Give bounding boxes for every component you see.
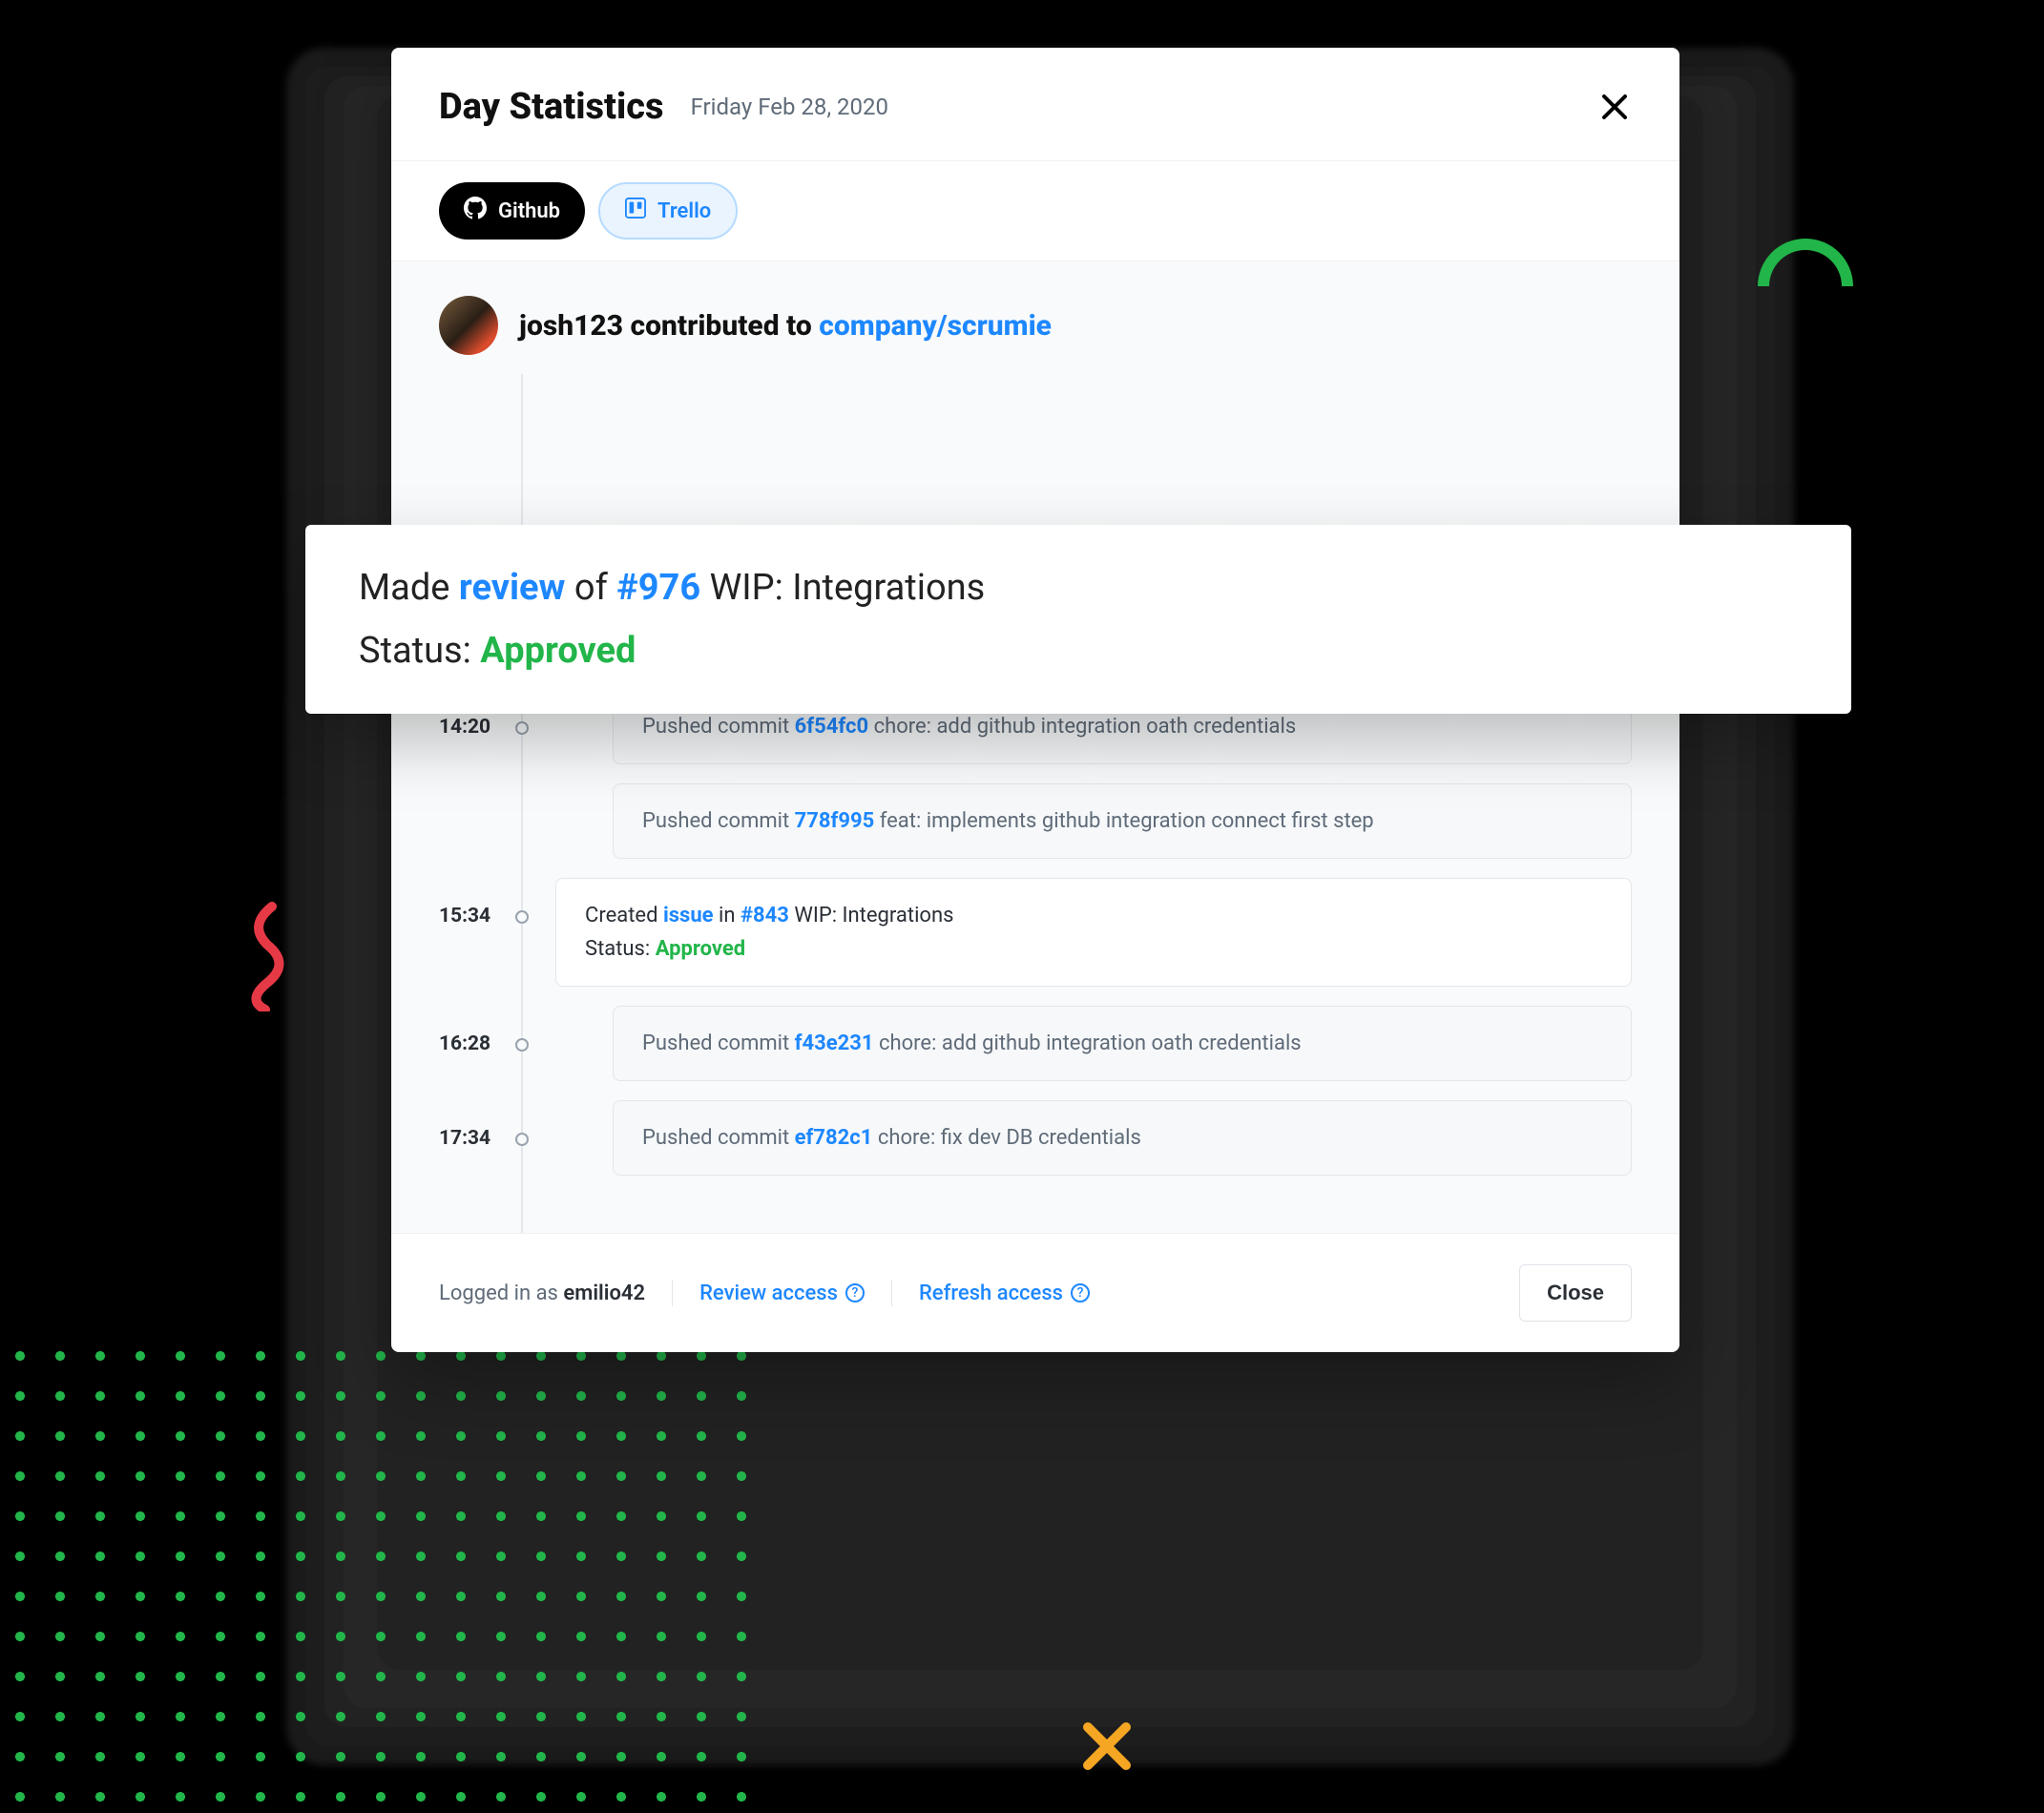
commit-hash[interactable]: f43e231	[795, 1032, 874, 1055]
contribution-repo[interactable]: company/scrumie	[819, 309, 1052, 343]
timeline-dot	[515, 1038, 529, 1052]
refresh-access-link[interactable]: Refresh access ?	[919, 1282, 1090, 1305]
tab-trello-label: Trello	[657, 199, 711, 223]
modal-header: Day Statistics Friday Feb 28, 2020	[391, 48, 1679, 161]
timeline-time: 16:28	[439, 1006, 508, 1055]
timeline: 14:20Pushed commit 6f54fc0 chore: add gi…	[391, 374, 1679, 1233]
timeline-commit-card[interactable]: Pushed commit ef782c1 chore: fix dev DB …	[613, 1100, 1632, 1176]
tab-github-label: Github	[498, 199, 560, 223]
github-icon	[464, 197, 487, 225]
popout-status-value: Approved	[480, 630, 636, 672]
modal-date: Friday Feb 28, 2020	[691, 94, 888, 120]
timeline-commit-card[interactable]: Pushed commit 778f995 feat: implements g…	[613, 783, 1632, 859]
tab-trello[interactable]: Trello	[598, 182, 738, 240]
issue-action[interactable]: issue	[663, 904, 714, 927]
timeline-row: 16:28 Pushed commit f43e231 chore: add gi…	[439, 1006, 1632, 1081]
activity-detail-popout: Made review of #976 WIP: Integrations St…	[305, 525, 1851, 714]
commit-message: chore: fix dev DB credentials	[872, 1126, 1140, 1150]
contribution-user: josh123	[519, 309, 623, 343]
timeline-dot	[515, 1133, 529, 1146]
timeline-row: 15:34 Created issue in #843 WIP: Integrat…	[439, 878, 1632, 987]
issue-title: WIP: Integrations	[789, 904, 954, 927]
contribution-header: josh123 contributed to company/scrumie	[391, 261, 1679, 374]
tab-github[interactable]: Github	[439, 182, 585, 240]
issue-number[interactable]: #843	[740, 904, 789, 927]
popout-line-1: Made review of #976 WIP: Integrations	[359, 567, 1798, 609]
commit-hash[interactable]: 778f995	[795, 809, 875, 833]
trello-icon	[625, 198, 646, 224]
avatar	[439, 296, 498, 355]
contribution-verb: contributed to	[631, 309, 812, 343]
close-button[interactable]: Close	[1519, 1264, 1632, 1322]
commit-message: chore: add github integration oath crede…	[874, 1032, 1302, 1055]
modal-footer: Logged in as emilio42 Review access ? Re…	[391, 1233, 1679, 1352]
review-access-link[interactable]: Review access ?	[699, 1282, 865, 1305]
popout-line-2: Status: Approved	[359, 630, 1798, 672]
help-icon: ?	[845, 1283, 865, 1302]
source-tabs: Github Trello	[391, 161, 1679, 261]
timeline-time: 17:34	[439, 1100, 508, 1150]
logged-in-username: emilio42	[563, 1282, 645, 1305]
issue-status: Approved	[656, 937, 745, 961]
timeline-row: 17:34 Pushed commit ef782c1 chore: fix de…	[439, 1100, 1632, 1176]
help-icon: ?	[1071, 1283, 1090, 1302]
timeline-dot	[515, 721, 529, 735]
logged-in-text: Logged in as emilio42	[439, 1282, 645, 1305]
commit-hash[interactable]: 6f54fc0	[795, 715, 868, 739]
decorative-x-icon	[1078, 1718, 1136, 1775]
commit-message: chore: add github integration oath crede…	[868, 715, 1296, 739]
timeline-time: 15:34	[439, 878, 508, 927]
timeline-issue-card[interactable]: Created issue in #843 WIP: IntegrationsS…	[555, 878, 1632, 987]
popout-issue-title: WIP: Integrations	[710, 567, 986, 609]
separator	[672, 1280, 673, 1306]
modal-title: Day Statistics	[439, 86, 664, 128]
contribution-text: josh123 contributed to company/scrumie	[519, 309, 1052, 343]
close-icon[interactable]	[1597, 90, 1632, 124]
commit-hash[interactable]: ef782c1	[795, 1126, 873, 1150]
timeline-row: 14:20Pushed commit 6f54fc0 chore: add gi…	[439, 689, 1632, 859]
separator	[891, 1280, 892, 1306]
commit-message: feat: implements github integration conn…	[874, 809, 1373, 833]
popout-issue-link[interactable]: #976	[616, 567, 700, 609]
decorative-dots	[0, 1336, 763, 1813]
decorative-squiggle	[239, 897, 296, 1011]
popout-action[interactable]: review	[459, 567, 566, 609]
timeline-dot	[515, 910, 529, 924]
timeline-commit-card[interactable]: Pushed commit f43e231 chore: add github …	[613, 1006, 1632, 1081]
